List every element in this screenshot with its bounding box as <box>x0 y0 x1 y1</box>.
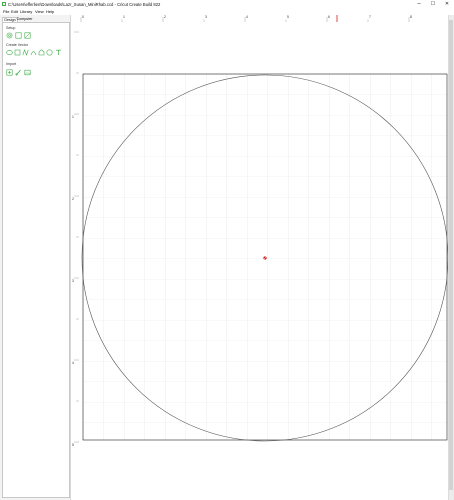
minimize-button[interactable]: – <box>412 0 426 8</box>
house-shape-icon[interactable] <box>38 49 45 56</box>
ruler-left-label-2: 2 <box>72 197 74 201</box>
ruler-top-label-1: 1 <box>123 15 125 19</box>
ruler-top-label-6: 6 <box>328 15 330 19</box>
window-title: C:\Users\efferlien\Downloads\Lazr_Susan_… <box>8 1 161 7</box>
section-title-import: Import <box>6 62 17 66</box>
ruler-top-label-3: 3 <box>205 15 207 19</box>
image-tool-icon[interactable] <box>24 32 31 39</box>
tool-panel: Design Computer Setup Create Vector Impo… <box>0 15 71 500</box>
ellipse-tool-icon[interactable] <box>6 49 13 56</box>
picture-icon[interactable] <box>24 69 31 76</box>
circle-tool-icon[interactable] <box>46 49 53 56</box>
menu-file[interactable]: File <box>3 9 9 14</box>
close-button[interactable]: ✕ <box>440 0 454 8</box>
brush-tool-icon[interactable] <box>15 69 22 76</box>
ruler-top-label-0: 0 <box>82 15 84 19</box>
maximize-button[interactable]: ☐ <box>426 0 440 8</box>
line-tool-icon[interactable] <box>22 49 29 56</box>
menu-help[interactable]: Help <box>46 9 54 14</box>
ruler-left-label-4: 4 <box>72 361 74 365</box>
menu-view[interactable]: View <box>35 9 44 14</box>
text-tool-icon[interactable] <box>55 49 62 56</box>
rectangle-tool-icon[interactable] <box>15 32 22 39</box>
ruler-left-label-1: 1 <box>72 115 74 119</box>
ruler-top-label-4: 4 <box>246 15 248 19</box>
menu-bar: File Edit Library View Help <box>0 8 454 15</box>
menu-library[interactable]: Library <box>20 9 32 14</box>
scrollbar-thumb[interactable] <box>449 20 453 490</box>
arc-tool-icon[interactable] <box>30 49 37 56</box>
section-title-create-vector: Create Vector <box>6 43 28 47</box>
design-canvas[interactable] <box>79 22 448 500</box>
ruler-top-label-2: 2 <box>164 15 166 19</box>
title-bar: C:\Users\efferlien\Downloads\Lazr_Susan_… <box>0 0 454 8</box>
app-icon <box>2 2 6 6</box>
ruler-left-label-5: 5 <box>72 443 74 447</box>
settings-icon[interactable] <box>6 32 13 39</box>
import-image-icon[interactable] <box>6 69 13 76</box>
ruler-top-label-5: 5 <box>287 15 289 19</box>
ruler-top-label-7: 7 <box>369 15 371 19</box>
ruler-top-label-8: 8 <box>410 15 412 19</box>
ruler-left-label-3: 3 <box>72 279 74 283</box>
menu-edit[interactable]: Edit <box>11 9 18 14</box>
panel-body: Setup Create Vector Import <box>2 22 70 498</box>
square-tool-icon[interactable] <box>14 49 21 56</box>
section-title-setup: Setup <box>6 26 16 30</box>
